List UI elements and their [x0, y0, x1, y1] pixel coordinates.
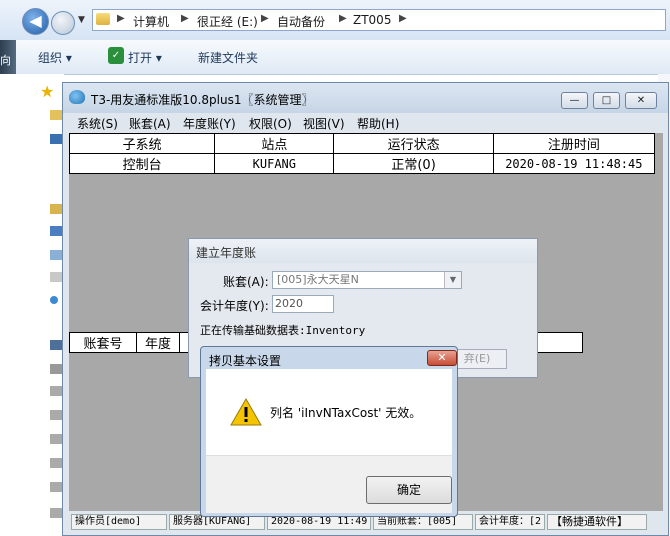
dialog-title: 拷贝基本设置	[209, 354, 282, 368]
close-icon: ✕	[636, 95, 646, 106]
menu-help[interactable]: 帮助(H)	[357, 115, 399, 132]
table-cell: 控制台	[68, 153, 216, 174]
table-cell: KUFANG	[214, 153, 335, 174]
documents-icon[interactable]	[50, 272, 62, 282]
explorer-navigation-pane: ★	[0, 74, 64, 536]
column-header: 站点	[214, 133, 335, 154]
address-box[interactable]: ▶ 计算机 ▶ 很正经 (E:) ▶ 自动备份 ▶ ZT005 ▶	[92, 9, 666, 31]
column-header: 年度	[136, 332, 180, 353]
chevron-right-icon: ▶	[339, 13, 347, 24]
account-select-value: [005]永大天星N	[277, 273, 359, 286]
chevron-right-icon: ▶	[181, 13, 189, 24]
back-button[interactable]: ◀	[22, 8, 49, 35]
column-header: 账套号	[69, 332, 137, 353]
error-message: 列名 'iInvNTaxCost' 无效。	[270, 406, 422, 420]
breadcrumb-drive-e[interactable]: 很正经 (E:)	[197, 13, 258, 30]
chevron-right-icon: ▶	[399, 13, 407, 24]
favorites-star-icon[interactable]: ★	[40, 82, 54, 101]
open-button[interactable]: 打开 ▾	[128, 49, 162, 66]
menu-bar: 系统(S) 账套(A) 年度账(Y) 权限(O) 视图(V) 帮助(H)	[69, 113, 663, 133]
table-cell: 2020-08-19 11:48:45	[492, 153, 656, 174]
status-vendor: 【畅捷通软件】	[547, 514, 647, 530]
fiscal-year-label: 会计年度(Y):	[200, 299, 269, 313]
breadcrumb-computer[interactable]: 计算机	[133, 13, 169, 30]
drive-icon[interactable]	[50, 410, 62, 420]
drive-icon[interactable]	[50, 482, 62, 492]
drive-icon[interactable]	[50, 508, 62, 518]
ok-button[interactable]: 确定	[366, 476, 452, 504]
menu-account[interactable]: 账套(A)	[129, 115, 171, 132]
edge-text: 向	[0, 54, 11, 67]
pictures-icon[interactable]	[50, 250, 62, 260]
table-row[interactable]: 控制台 KUFANG 正常(0) 2020-08-19 11:48:45	[68, 153, 656, 174]
breadcrumb-zt005[interactable]: ZT005	[353, 13, 391, 27]
column-header: 运行状态	[333, 133, 494, 154]
account-select[interactable]: [005]永大天星N ▼	[272, 271, 462, 289]
explorer-address-bar: ◀ ▼ ▶ 计算机 ▶ 很正经 (E:) ▶ 自动备份 ▶ ZT005 ▶	[0, 0, 670, 40]
drive-icon[interactable]	[50, 458, 62, 468]
library-icon[interactable]	[50, 204, 62, 214]
warning-icon	[230, 397, 262, 426]
folder-icon[interactable]	[50, 110, 62, 120]
fiscal-year-input[interactable]: 2020	[272, 295, 334, 313]
cloud-app-icon	[69, 90, 85, 104]
menu-year-account[interactable]: 年度账(Y)	[183, 115, 236, 132]
drive-icon[interactable]	[50, 364, 62, 374]
table-header-row: 子系统 站点 运行状态 注册时间	[68, 133, 656, 154]
folder-icon	[96, 13, 110, 25]
close-button[interactable]: ✕	[427, 350, 457, 366]
transfer-status-text: 正在传输基础数据表:Inventory	[200, 324, 366, 337]
menu-system[interactable]: 系统(S)	[77, 115, 118, 132]
subsystem-table: 子系统 站点 运行状态 注册时间 控制台 KUFANG 正常(0) 2020-0…	[68, 133, 656, 174]
drive-icon[interactable]	[50, 434, 62, 444]
drive-icon[interactable]	[50, 386, 62, 396]
chevron-right-icon: ▶	[261, 13, 269, 24]
account-label: 账套(A):	[223, 275, 269, 289]
breadcrumb-auto-backup[interactable]: 自动备份	[277, 13, 325, 30]
dialog-footer: 确定	[206, 455, 452, 513]
maximize-button[interactable]: □	[593, 92, 620, 109]
minimize-icon: —	[569, 95, 580, 106]
dialog-title: 建立年度账	[196, 246, 257, 260]
table-cell: 正常(0)	[333, 153, 494, 174]
menu-view[interactable]: 视图(V)	[303, 115, 345, 132]
close-button[interactable]: ✕	[625, 92, 657, 109]
organize-button[interactable]: 组织 ▾	[38, 49, 72, 66]
status-operator: 操作员[demo]	[71, 514, 167, 530]
minimize-button[interactable]: —	[561, 92, 588, 109]
chevron-down-icon[interactable]: ▼	[444, 272, 461, 288]
chevron-right-icon: ▶	[117, 13, 125, 24]
forward-button[interactable]	[51, 11, 75, 35]
video-icon[interactable]	[50, 226, 62, 236]
menu-permission[interactable]: 权限(O)	[249, 115, 292, 132]
music-icon[interactable]	[50, 296, 58, 304]
arrow-left-icon: ◀	[29, 11, 42, 30]
copy-basic-settings-dialog: 拷贝基本设置 ✕ 列名 'iInvNTaxCost' 无效。 确定	[200, 346, 458, 517]
explorer-toolbar: 组织 ▾ ✓ 打开 ▾ 新建文件夹	[0, 40, 670, 75]
column-header: 子系统	[68, 133, 216, 154]
t3-titlebar[interactable]: T3-用友通标准版10.8plus1〖系统管理〗 — □ ✕	[63, 83, 668, 113]
column-header: 注册时间	[492, 133, 656, 154]
dialog-body: 列名 'iInvNTaxCost' 无效。 确定	[206, 369, 452, 513]
close-icon: ✕	[437, 351, 447, 364]
new-folder-button[interactable]: 新建文件夹	[198, 49, 258, 66]
status-fiscal-year: 会计年度：[2	[475, 514, 545, 530]
computer-icon[interactable]	[50, 340, 62, 350]
history-dropdown-icon[interactable]: ▼	[78, 15, 85, 25]
shield-icon: ✓	[108, 47, 124, 64]
dialog-titlebar[interactable]: 建立年度账	[189, 239, 537, 263]
maximize-icon: □	[601, 95, 612, 106]
window-title: T3-用友通标准版10.8plus1〖系统管理〗	[91, 93, 314, 107]
desktop-icon[interactable]	[50, 134, 62, 144]
